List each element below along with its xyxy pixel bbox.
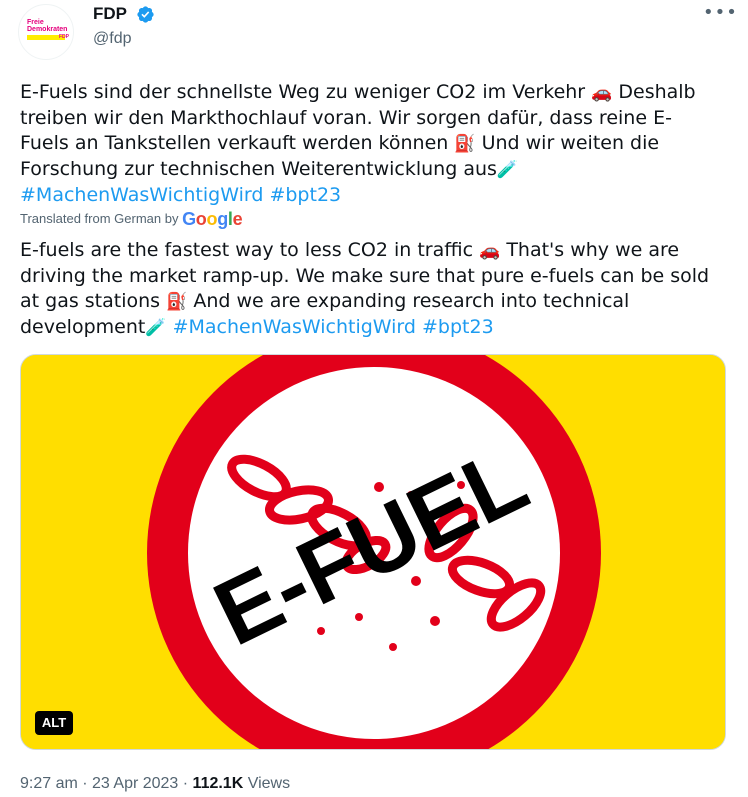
avatar[interactable]: Freie Demokraten FDP [18,4,74,60]
tweet-date[interactable]: 23 Apr 2023 [92,775,178,792]
more-options-icon[interactable]: ••• [703,4,737,22]
tweet-time[interactable]: 9:27 am [20,775,78,792]
meta-separator: · [178,775,193,792]
tweet-original-text: E-Fuels sind der schnellste Weg zu wenig… [20,80,720,208]
alt-text-button[interactable]: ALT [35,711,73,735]
test-tube-emoji-icon: 🧪 [496,160,519,180]
translation-part-1: E-fuels are the fastest way to less CO2 … [20,239,480,261]
fuel-pump-emoji-icon: ⛽ [454,134,476,154]
views-count[interactable]: 112.1K [193,775,244,792]
avatar-logo-line2: Demokraten [27,26,68,33]
car-emoji-icon: 🚗 [479,241,501,261]
google-logo-icon: Google [182,209,243,229]
verified-badge-icon [137,6,154,23]
hashtag-link[interactable]: #MachenWasWichtigWird [20,184,263,206]
hashtag-link[interactable]: #bpt23 [269,184,341,206]
original-part-1: E-Fuels sind der schnellste Weg zu wenig… [20,81,592,103]
tweet-meta: 9:27 am · 23 Apr 2023 · 112.1K Views [20,774,290,794]
author-handle[interactable]: @fdp [93,29,131,49]
car-emoji-icon: 🚗 [591,83,613,103]
test-tube-emoji-icon: 🧪 [145,318,167,338]
author-name[interactable]: FDP [93,3,127,25]
no-efuel-sign-image: E-FUEL [21,355,725,749]
translated-from-label: Translated from German by [20,211,183,226]
translation-attribution: Translated from German by Google [20,209,243,229]
hashtag-link[interactable]: #MachenWasWichtigWird [173,316,416,338]
fuel-pump-emoji-icon: ⛽ [166,292,188,312]
tweet-translated-text: E-fuels are the fastest way to less CO2 … [20,238,720,341]
tweet-media-image[interactable]: E-FUEL [20,354,726,750]
hashtag-link[interactable]: #bpt23 [422,316,494,338]
views-label: Views [243,775,291,792]
avatar-logo-mini: FDP [59,34,69,40]
meta-separator: · [77,775,93,792]
